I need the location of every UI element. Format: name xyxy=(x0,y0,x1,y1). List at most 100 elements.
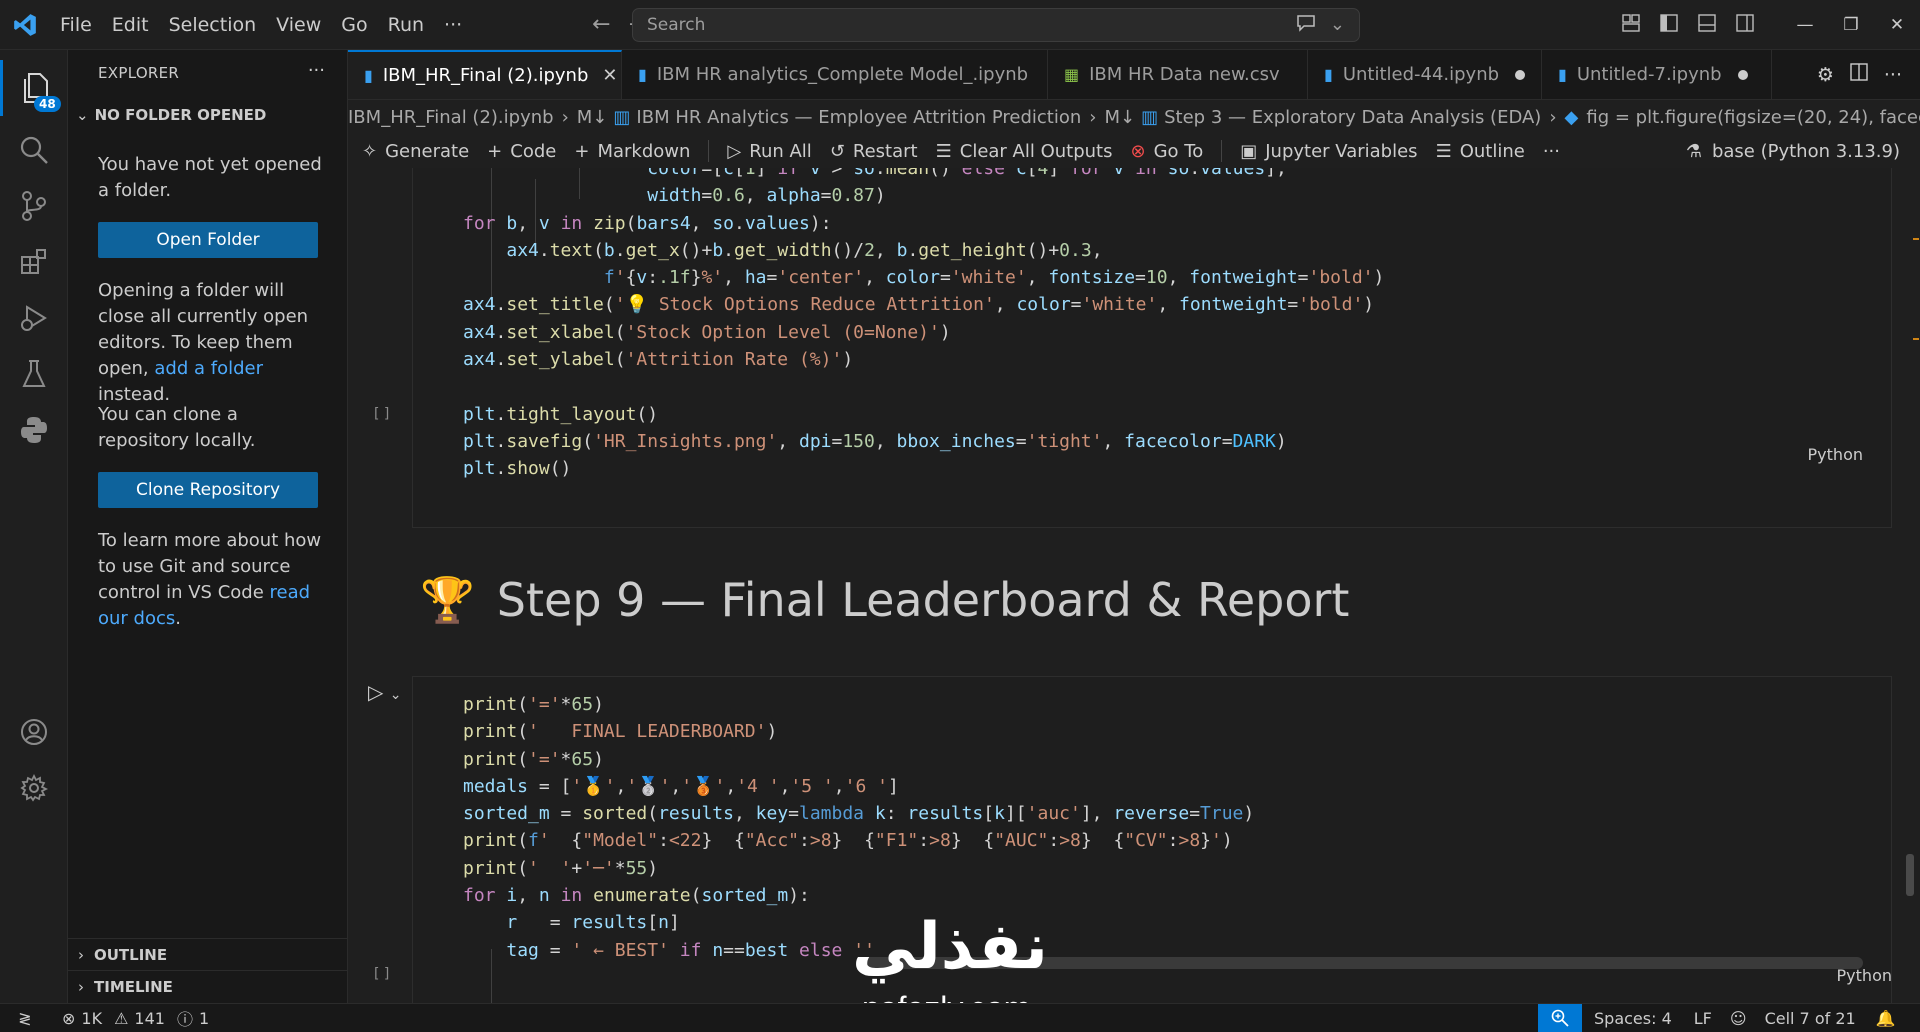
variables-icon: ▣ xyxy=(1240,140,1258,162)
tab-untitled-44[interactable]: ▮ Untitled-44.ipynb xyxy=(1308,50,1542,99)
error-count: 1K xyxy=(81,1008,103,1028)
menu-edit[interactable]: Edit xyxy=(102,0,159,50)
generate-button[interactable]: ✧ Generate xyxy=(362,141,469,162)
code-label: Code xyxy=(510,140,557,162)
run-debug-icon[interactable] xyxy=(0,290,68,346)
vertical-scrollbar-thumb[interactable] xyxy=(1906,854,1914,896)
explorer-icon[interactable]: 48 xyxy=(0,60,68,116)
goto-label: Go To xyxy=(1153,140,1204,162)
jupyter-variables-button[interactable]: ▣ Jupyter Variables xyxy=(1240,141,1417,162)
remote-indicator-icon[interactable]: ≷ xyxy=(0,1004,50,1032)
clone-repository-button[interactable]: Clone Repository xyxy=(98,472,318,508)
restart-button[interactable]: ↺ Restart xyxy=(830,141,918,162)
run-all-button[interactable]: ▷ Run All xyxy=(727,141,811,162)
cell-language[interactable]: Python xyxy=(1808,445,1863,464)
restore-icon[interactable]: ❐ xyxy=(1828,15,1874,35)
open-folder-button[interactable]: Open Folder xyxy=(98,222,318,258)
toolbar-divider xyxy=(708,140,710,162)
step-9-heading: Step 9 — Final Leaderboard & Report xyxy=(496,573,1350,627)
testing-icon[interactable] xyxy=(0,346,68,402)
customize-layout-icon[interactable] xyxy=(1612,13,1650,37)
minimize-icon[interactable]: — xyxy=(1782,15,1828,35)
menu-more[interactable]: ··· xyxy=(434,0,472,50)
eol-status[interactable]: LF xyxy=(1694,1009,1712,1028)
execution-count: [ ] xyxy=(374,966,390,982)
split-editor-icon[interactable] xyxy=(1850,63,1868,86)
indentation-status[interactable]: Spaces: 4 xyxy=(1594,1009,1672,1028)
copilot-icon[interactable]: ☺ xyxy=(1730,1009,1747,1028)
add-folder-link[interactable]: add a folder xyxy=(154,358,263,379)
python-icon[interactable] xyxy=(0,402,68,458)
tab-ibm-hr-final[interactable]: ▮ IBM_HR_Final (2).ipynb ✕ xyxy=(348,50,622,99)
run-all-label: Run All xyxy=(749,140,812,162)
more-actions-icon[interactable]: ··· xyxy=(308,60,325,81)
info-icon: ⓘ xyxy=(176,1010,193,1029)
run-cell-button[interactable]: ▷ ⌄ xyxy=(368,680,401,704)
outline-list-icon: ☰ xyxy=(1435,140,1452,162)
settings-gear-icon[interactable] xyxy=(0,760,68,816)
notebook-settings-gear-icon[interactable]: ⚙ xyxy=(1817,64,1834,86)
go-to-button[interactable]: ⊗ Go To xyxy=(1131,141,1204,162)
flask-icon: ⚗ xyxy=(1685,140,1702,162)
menu-file[interactable]: File xyxy=(50,0,102,50)
zoom-icon[interactable] xyxy=(1538,1004,1582,1032)
toggle-secondary-sidebar-icon[interactable] xyxy=(1726,13,1764,37)
notebook-editor[interactable]: color=[c[1] if v > so.mean() else c[4] f… xyxy=(348,168,1920,1003)
run-all-icon: ▷ xyxy=(727,140,742,162)
breadcrumb-file[interactable]: IBM_HR_Final (2).ipynb xyxy=(348,107,554,128)
menu-run[interactable]: Run xyxy=(378,0,434,50)
add-code-button[interactable]: + Code xyxy=(487,141,556,162)
markdown-icon: M↓ xyxy=(576,106,608,128)
outline-button[interactable]: ☰ Outline xyxy=(1436,141,1525,162)
toolbar-more-button[interactable]: ··· xyxy=(1543,141,1560,162)
menu-view[interactable]: View xyxy=(266,0,331,50)
clear-outputs-button[interactable]: ☰ Clear All Outputs xyxy=(936,141,1113,162)
cell-language[interactable]: Python xyxy=(1837,966,1892,985)
tab-label: IBM_HR_Final (2).ipynb xyxy=(382,65,589,86)
chevron-right-icon: › xyxy=(561,106,569,128)
tab-untitled-7[interactable]: ▮ Untitled-7.ipynb xyxy=(1542,50,1772,99)
timeline-section[interactable]: › TIMELINE xyxy=(68,970,347,1002)
breadcrumb-section-2[interactable]: Step 3 — Exploratory Data Analysis (EDA) xyxy=(1164,107,1541,128)
chevron-right-icon: › xyxy=(1089,106,1097,128)
notebook-file-icon: ▮ xyxy=(1558,65,1567,84)
code-cell[interactable]: print('='*65) print(' FINAL LEADERBOARD'… xyxy=(412,676,1892,1003)
cell-code[interactable]: color=[c[1] if v > so.mean() else c[4] f… xyxy=(463,168,1384,483)
breadcrumb-section-1[interactable]: IBM HR Analytics — Employee Attrition Pr… xyxy=(636,107,1081,128)
open-folder-hint: Opening a folder will close all currentl… xyxy=(98,278,330,408)
menu-go[interactable]: Go xyxy=(331,0,377,50)
code-cell[interactable]: color=[c[1] if v > so.mean() else c[4] f… xyxy=(412,168,1892,528)
close-tab-icon[interactable]: ✕ xyxy=(602,65,617,86)
search-icon[interactable] xyxy=(0,122,68,178)
account-icon[interactable] xyxy=(0,704,68,760)
tab-ibm-hr-analytics[interactable]: ▮ IBM HR analytics_Complete Model_.ipynb xyxy=(622,50,1048,99)
cell-position-status[interactable]: Cell 7 of 21 xyxy=(1765,1009,1856,1028)
plus-icon: + xyxy=(487,140,503,162)
close-window-icon[interactable]: ✕ xyxy=(1874,15,1920,35)
tab-ibm-hr-data-csv[interactable]: ▦ IBM HR Data new.csv xyxy=(1048,50,1308,99)
chevron-down-icon[interactable]: ⌄ xyxy=(1330,14,1345,37)
source-control-icon[interactable] xyxy=(0,178,68,234)
markdown-cell[interactable]: 🏆 Step 9 — Final Leaderboard & Report xyxy=(420,573,1349,627)
more-actions-icon[interactable]: ··· xyxy=(1884,64,1902,86)
toggle-sidebar-icon[interactable] xyxy=(1650,13,1688,37)
notifications-bell-icon[interactable]: 🔔 xyxy=(1876,1009,1896,1028)
chat-icon[interactable] xyxy=(1296,14,1316,37)
tab-label: IBM HR analytics_Complete Model_.ipynb xyxy=(656,64,1029,85)
kernel-picker[interactable]: ⚗ base (Python 3.13.9) xyxy=(1686,134,1900,168)
outline-section[interactable]: › OUTLINE xyxy=(68,938,347,970)
no-folder-section[interactable]: ⌄ NO FOLDER OPENED xyxy=(76,106,266,124)
extensions-icon[interactable] xyxy=(0,234,68,290)
add-markdown-button[interactable]: + Markdown xyxy=(574,141,690,162)
back-arrow-icon[interactable]: ← xyxy=(592,12,610,37)
menu-selection[interactable]: Selection xyxy=(159,0,267,50)
breadcrumb-cell[interactable]: fig = plt.figure(figsize=(20, 24), facec… xyxy=(1586,107,1920,128)
problems-indicator[interactable]: ⊗ 1K ⚠ 141 ⓘ 1 xyxy=(62,1004,209,1032)
search-box[interactable]: Search ⌄ xyxy=(632,8,1360,42)
chart-icon: ▥ xyxy=(1141,106,1159,128)
outline-label: Outline xyxy=(1459,140,1525,162)
explorer-sidebar: EXPLORER ··· ⌄ NO FOLDER OPENED You have … xyxy=(68,50,348,1003)
toggle-panel-icon[interactable] xyxy=(1688,13,1726,37)
editor-tabs: ▮ IBM_HR_Final (2).ipynb ✕ ▮ IBM HR anal… xyxy=(348,50,1920,100)
generate-label: Generate xyxy=(385,140,470,162)
